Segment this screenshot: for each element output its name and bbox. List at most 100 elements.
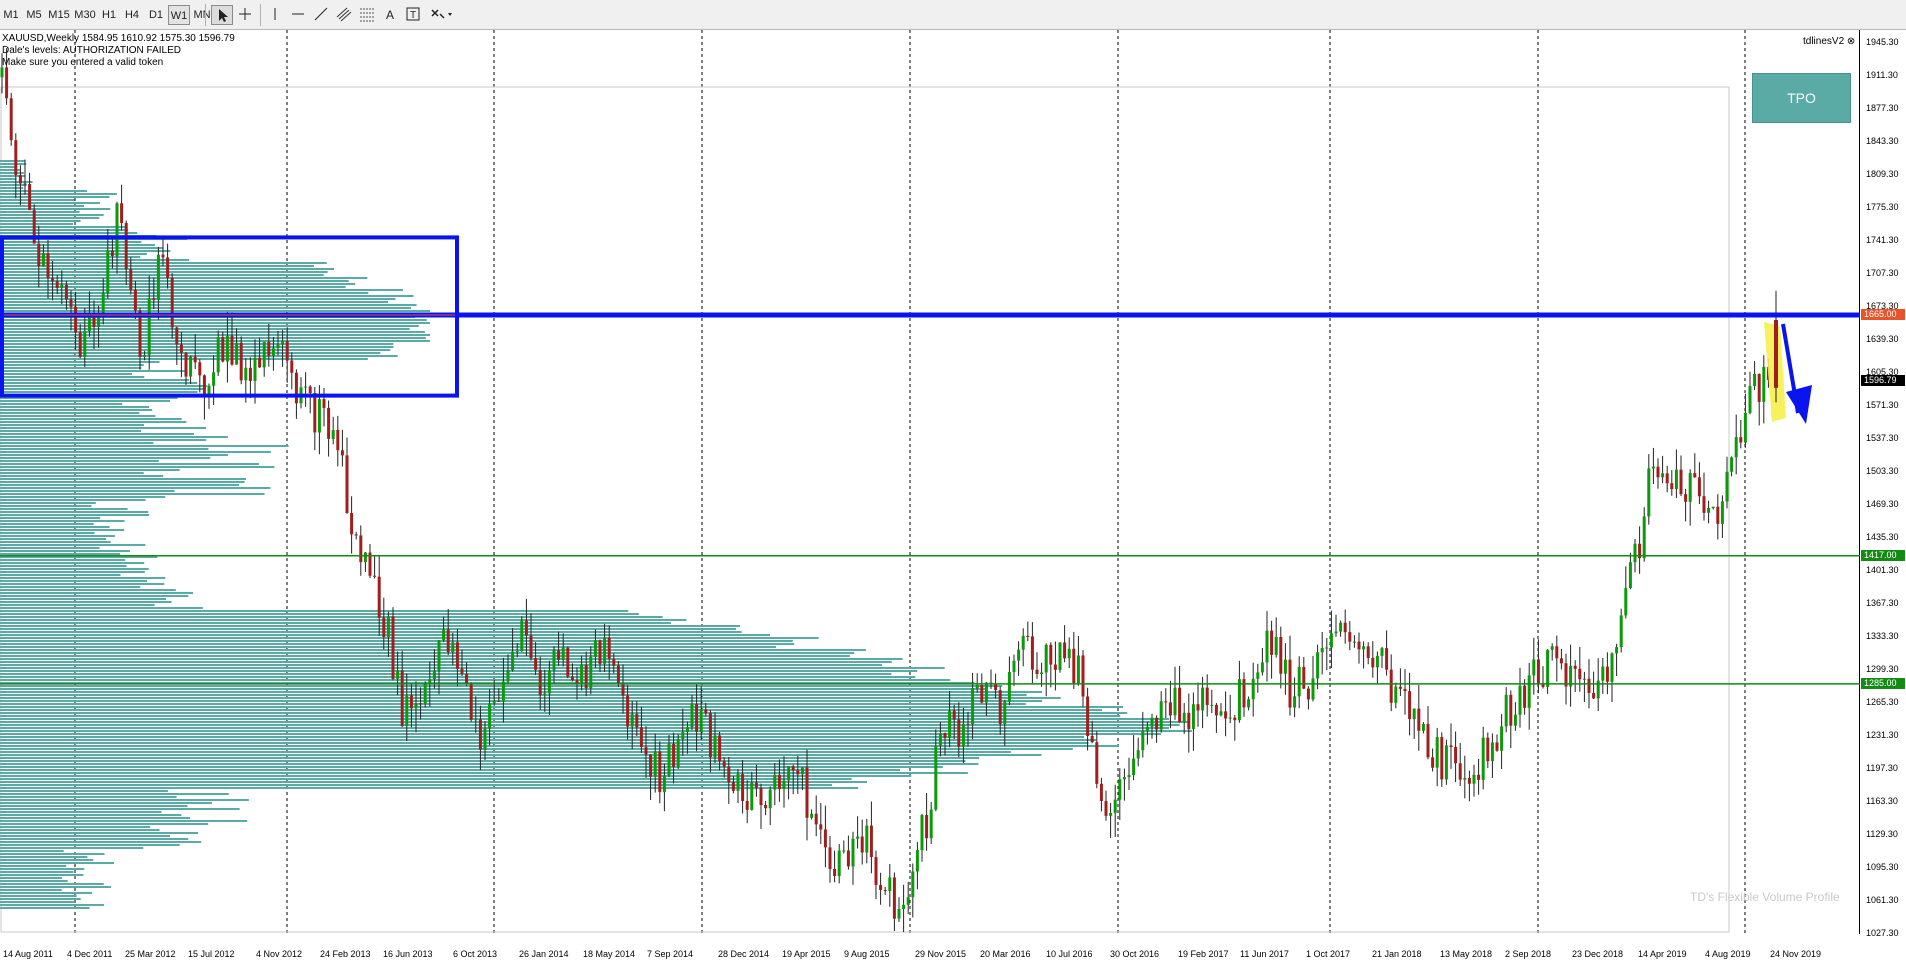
volume-profile-bar xyxy=(0,553,121,555)
chart-canvas[interactable] xyxy=(0,30,1860,934)
volume-profile-bar xyxy=(0,550,130,552)
volume-profile-bar xyxy=(0,904,104,906)
volume-profile-bar xyxy=(0,844,180,846)
text-icon[interactable]: A xyxy=(380,5,402,25)
volume-profile-bar xyxy=(0,322,430,324)
candle-body xyxy=(133,289,137,311)
candle-body xyxy=(506,670,510,682)
volume-profile-bar xyxy=(0,337,426,339)
date-label: 20 Mar 2016 xyxy=(980,949,1031,959)
text-label-icon[interactable]: T xyxy=(403,5,425,25)
down-arrow-head xyxy=(1786,385,1812,424)
volume-profile-bar xyxy=(0,817,191,819)
time-axis[interactable]: 14 Aug 2011 4 Dec 2011 25 Mar 2012 15 Jul 2… xyxy=(0,934,1860,963)
volume-profile-bar xyxy=(0,469,180,471)
timeframe-m15[interactable]: M15 xyxy=(46,5,72,25)
timeframe-h1[interactable]: H1 xyxy=(98,5,120,25)
candle-body xyxy=(1072,648,1076,684)
candle-body xyxy=(1017,649,1021,661)
candle-body xyxy=(1302,666,1306,689)
candle-body xyxy=(1674,469,1678,490)
volume-profile-bar xyxy=(0,523,94,525)
volume-profile-bar xyxy=(0,346,394,348)
volume-profile-bar xyxy=(0,892,93,894)
candle-body xyxy=(612,658,616,666)
candle-body xyxy=(1431,757,1435,768)
candle-body xyxy=(1762,366,1766,402)
candle-body xyxy=(1320,647,1324,653)
candle-body xyxy=(681,732,685,739)
volume-profile-bar xyxy=(0,325,419,327)
volume-profile-bar xyxy=(0,637,819,639)
volume-profile-bar xyxy=(0,679,951,681)
timeframe-m1[interactable]: M1 xyxy=(0,5,22,25)
candle-body xyxy=(345,455,349,513)
candle-body xyxy=(1513,714,1517,726)
tpo-button[interactable]: TPO xyxy=(1752,73,1851,123)
volume-profile-bar xyxy=(0,532,95,534)
date-label: 21 Jan 2018 xyxy=(1372,949,1422,959)
tdlines-indicator-label[interactable]: tdlinesV2 ⊗ xyxy=(1803,36,1855,47)
timeframe-m5[interactable]: M5 xyxy=(22,5,46,25)
volume-profile-bar xyxy=(0,241,142,243)
close-icon[interactable]: ⊗ xyxy=(1847,36,1855,47)
price-axis[interactable]: 1945.30 1911.30 1877.30 1843.30 1809.30 1775.… xyxy=(1860,30,1906,938)
candle-body xyxy=(1615,647,1619,654)
cursor-icon[interactable] xyxy=(211,5,233,25)
candle-body xyxy=(874,857,878,885)
candle-body xyxy=(1739,437,1743,443)
candle-body xyxy=(110,250,114,257)
shapes-icon[interactable] xyxy=(428,5,454,25)
volume-profile-bar xyxy=(0,745,1120,747)
candle-body xyxy=(488,703,492,729)
toolbar-separator xyxy=(260,4,261,26)
volume-profile-bar xyxy=(0,343,394,345)
volume-profile-bar xyxy=(0,688,986,690)
candle-body xyxy=(340,450,344,456)
candle-body xyxy=(741,774,745,802)
timeframe-w1[interactable]: W1 xyxy=(168,5,190,25)
candle-body xyxy=(179,344,183,353)
candle-body xyxy=(566,647,570,677)
candle-body xyxy=(396,670,400,679)
date-label: 4 Dec 2011 xyxy=(67,949,113,959)
fibonacci-icon[interactable] xyxy=(357,5,379,25)
timeframe-h4[interactable]: H4 xyxy=(120,5,144,25)
volume-profile-bar xyxy=(0,484,240,486)
timeframe-m30[interactable]: M30 xyxy=(72,5,98,25)
candle-body xyxy=(354,534,358,536)
candle-body xyxy=(731,782,735,791)
candle-body xyxy=(152,298,156,301)
candle-body xyxy=(409,695,413,709)
volume-profile-bar xyxy=(0,895,77,897)
date-label: 4 Nov 2012 xyxy=(256,949,303,959)
crosshair-icon[interactable] xyxy=(235,5,257,25)
candle-body xyxy=(78,332,82,357)
vertical-line-icon[interactable] xyxy=(265,5,287,25)
timeframe-d1[interactable]: D1 xyxy=(144,5,168,25)
candle-body xyxy=(483,728,487,750)
channel-icon[interactable] xyxy=(334,5,356,25)
volume-profile-bar xyxy=(0,385,208,387)
candle-body xyxy=(239,342,243,381)
candle-body xyxy=(699,709,703,732)
candle-body xyxy=(23,183,27,185)
candle-body xyxy=(814,813,818,825)
candle-body xyxy=(373,575,377,577)
candle-body xyxy=(704,709,708,714)
horizontal-line-icon[interactable] xyxy=(288,5,310,25)
candle-body xyxy=(1247,699,1251,708)
price-chart[interactable]: XAUUSD,Weekly 1584.95 1610.92 1575.30 15… xyxy=(0,30,1860,934)
volume-profile-bar xyxy=(0,586,141,588)
volume-profile-bar xyxy=(0,334,430,336)
trendline-icon[interactable] xyxy=(311,5,333,25)
candle-body xyxy=(124,223,128,270)
volume-profile-bar xyxy=(0,427,207,429)
volume-profile-bar xyxy=(0,787,859,789)
candle-body xyxy=(69,299,73,307)
candle-body xyxy=(975,684,979,689)
candle-body xyxy=(184,352,188,377)
candle-body xyxy=(745,801,749,810)
date-label: 14 Aug 2011 xyxy=(3,949,53,959)
volume-profile-bar xyxy=(0,907,90,909)
